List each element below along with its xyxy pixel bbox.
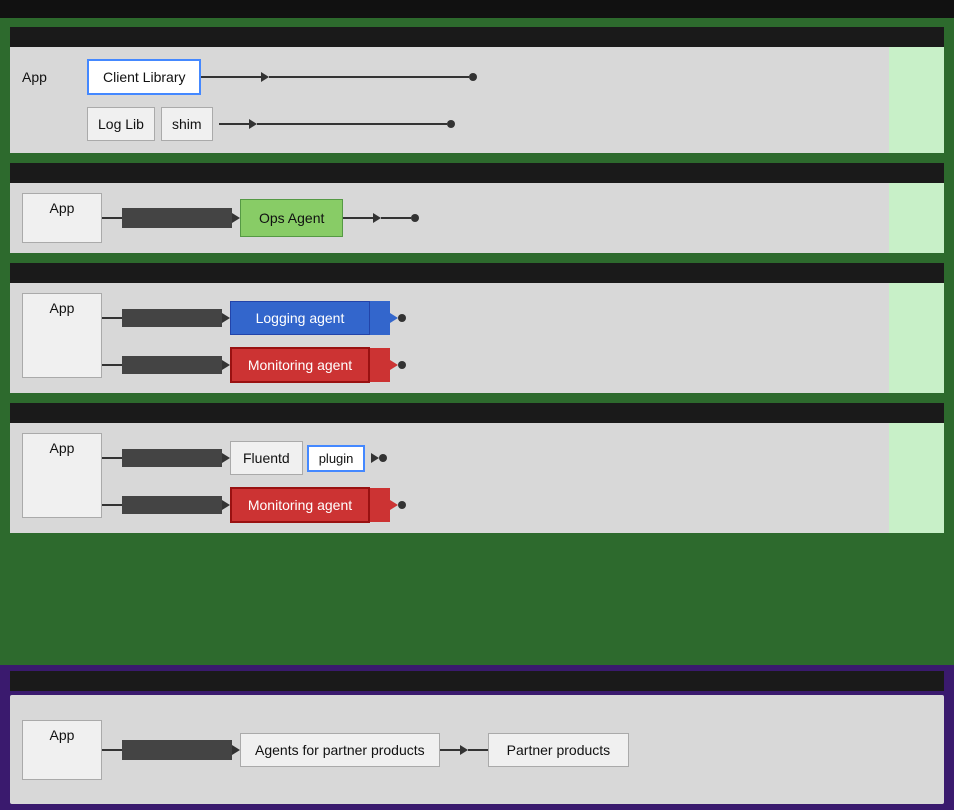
blue-ext [370,301,390,335]
arrow-2a [249,119,257,129]
section4-body: App Fluentd plugin [10,423,944,533]
shim-box: shim [161,107,213,141]
top-bar [0,0,954,18]
arrow-after-ops [373,213,381,223]
line-p2 [440,749,460,751]
endpoint-3b [398,361,406,369]
endpoint-3a [398,314,406,322]
fluentd-box: Fluentd [230,441,303,475]
section1-header [10,27,944,47]
line-4a [102,457,122,459]
arrow-3b-end [390,360,398,370]
endpoint-1b [447,120,455,128]
main-container: App Client Library Log Lib [0,0,954,810]
section2-header [10,163,944,183]
monitoring-agent-box-3: Monitoring agent [230,347,370,383]
line-3b [102,364,122,366]
app-tall-purple: App [22,720,102,780]
line-2b [257,123,447,125]
log-lib-box: Log Lib [87,107,155,141]
section1-row1: App Client Library [22,59,932,95]
section2-row1: App Ops Agent [22,193,932,243]
red-ext-3 [370,348,390,382]
endpoint-2 [411,214,419,222]
line-4b [102,504,122,506]
arrow-2 [232,213,240,223]
line-after-ops [343,217,373,219]
agents-partner-box: Agents for partner products [240,733,440,767]
plugin-box: plugin [307,445,366,472]
dark-3b [122,356,222,374]
section-1: App Client Library Log Lib [10,27,944,153]
dark-block-2 [122,208,232,228]
green-area: App Client Library Log Lib [0,18,954,665]
section-3: App Logging agent [10,263,944,393]
endpoint-4b [398,501,406,509]
endpoint-4a [379,454,387,462]
arrow-4a-end [371,453,379,463]
section4-row-monitoring: Monitoring agent [102,487,406,523]
line-1a [201,76,261,78]
app-tall-4: App [22,433,102,518]
arrow-purple [232,745,240,755]
dark-3a [122,309,222,327]
arrow-p2 [460,745,468,755]
arrow-1a [261,72,269,82]
app-tall-3: App [22,293,102,378]
section3-body: App Logging agent [10,283,944,393]
purple-header [10,671,944,691]
app-tall-2: App [22,193,102,243]
line-2a [219,123,249,125]
section3-header [10,263,944,283]
line-3a [102,317,122,319]
section-2: App Ops Agent [10,163,944,253]
endpoint-1a [469,73,477,81]
section4-row-fluentd: Fluentd plugin [102,441,406,475]
arrow-4a [222,453,230,463]
line-p3 [468,749,488,751]
section1-row2: Log Lib shim [22,107,932,141]
app-label-1: App [22,69,77,85]
line-1b [269,76,469,78]
client-library-box: Client Library [87,59,201,95]
purple-area: App Agents for partner products Partner … [0,665,954,810]
section1-body: App Client Library Log Lib [10,47,944,153]
section2-body: App Ops Agent [10,183,944,253]
arrow-3b [222,360,230,370]
line-p1 [102,749,122,751]
section-4: App Fluentd plugin [10,403,944,533]
arrow-4b-end [390,500,398,510]
red-ext-4 [370,488,390,522]
dark-purple [122,740,232,760]
purple-content: App Agents for partner products Partner … [10,695,944,804]
dark-4a [122,449,222,467]
monitoring-agent-box-4: Monitoring agent [230,487,370,523]
line-to-edge-2 [381,217,411,219]
ops-agent-box: Ops Agent [240,199,343,237]
section3-row-logging: Logging agent [102,301,406,335]
line-mid-2 [102,217,122,219]
partner-products-box: Partner products [488,733,630,767]
logging-agent-box: Logging agent [230,301,370,335]
section3-row-monitoring: Monitoring agent [102,347,406,383]
arrow-3a-end [390,313,398,323]
arrow-3a [222,313,230,323]
arrow-4b [222,500,230,510]
section4-header [10,403,944,423]
dark-4b [122,496,222,514]
